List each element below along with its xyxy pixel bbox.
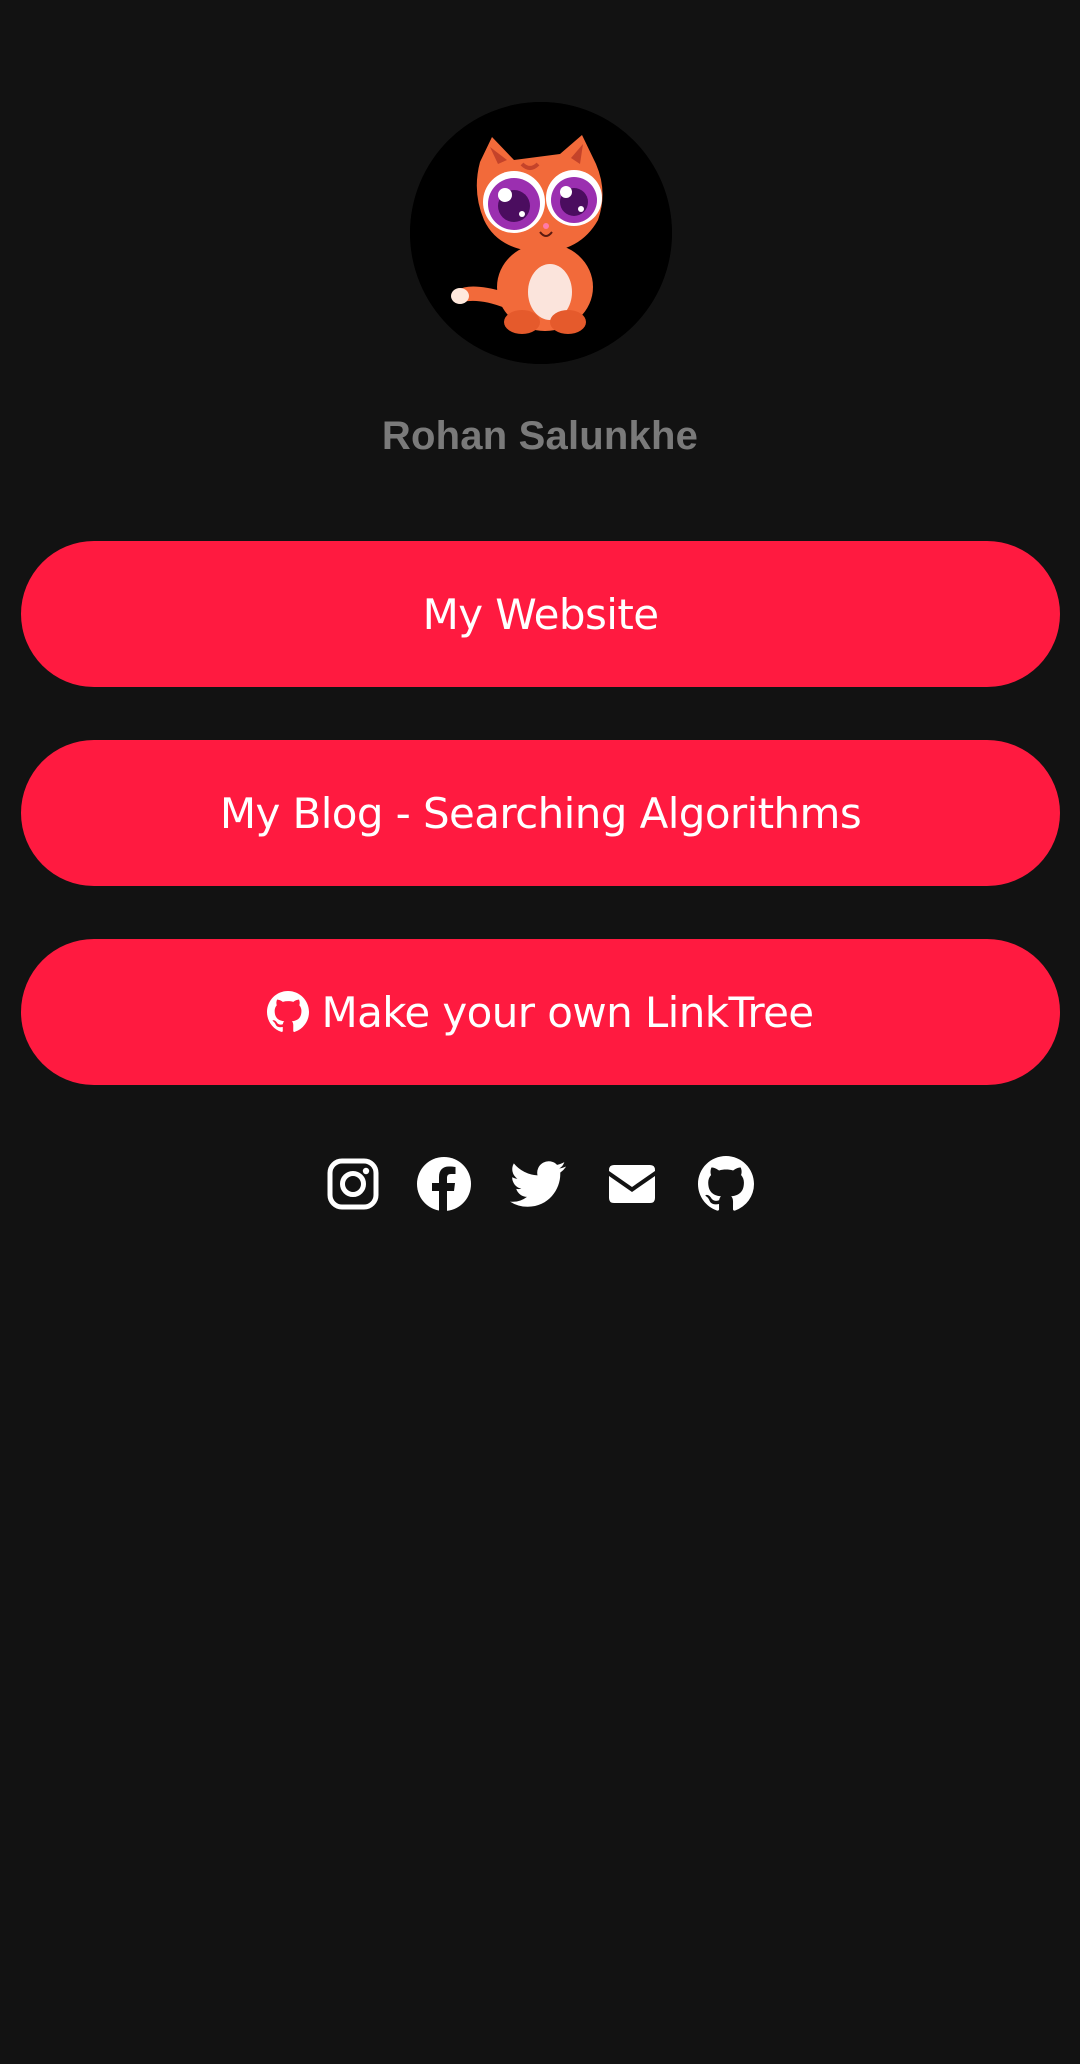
avatar [410, 102, 672, 364]
social-links [0, 1156, 1080, 1212]
make-linktree-label: Make your own LinkTree [321, 987, 814, 1037]
make-linktree-button[interactable]: Make your own LinkTree [21, 939, 1060, 1085]
my-website-button[interactable]: My Website [21, 541, 1060, 687]
my-blog-label: My Blog - Searching Algorithms [219, 788, 862, 838]
github-icon[interactable] [698, 1156, 754, 1212]
github-icon [267, 991, 310, 1033]
email-icon[interactable] [604, 1156, 660, 1212]
instagram-icon[interactable] [325, 1156, 381, 1212]
facebook-icon[interactable] [416, 1156, 472, 1212]
my-website-label: My Website [422, 589, 659, 639]
profile-name: Rohan Salunkhe [381, 414, 699, 458]
cat-avatar-image [410, 102, 672, 364]
my-blog-button[interactable]: My Blog - Searching Algorithms [21, 740, 1060, 886]
linktree-page: Rohan Salunkhe My Website My Blog - Sear… [0, 0, 1080, 2064]
twitter-icon[interactable] [510, 1156, 566, 1212]
